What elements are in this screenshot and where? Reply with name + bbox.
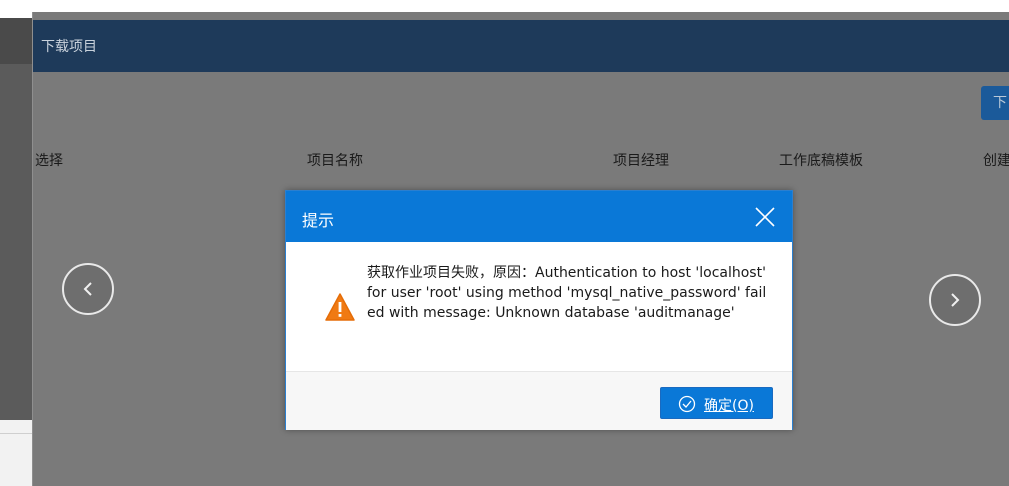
background-strip-bottom (0, 420, 32, 486)
download-button[interactable]: 下 (981, 86, 1009, 120)
column-header-workpaper-template: 工作底稿模板 (779, 153, 863, 169)
ok-button-label: 确定(O) (704, 398, 754, 414)
column-header-project-name: 项目名称 (307, 153, 363, 169)
column-header-created: 创建 (983, 153, 1009, 169)
background-strip-dark (0, 18, 32, 64)
close-icon[interactable] (752, 204, 778, 230)
ok-button[interactable]: 确定(O) (660, 387, 773, 419)
dialog-title: 提示 (302, 211, 335, 230)
background-strip-mid (0, 64, 32, 420)
background-strip-top (0, 0, 32, 8)
check-circle-icon (678, 395, 696, 413)
dialog-header: 提示 (286, 191, 792, 242)
column-header-select: 选择 (35, 153, 63, 169)
window-header (33, 20, 1009, 72)
chevron-right-icon (951, 293, 960, 307)
error-message: 获取作业项目失败，原因：Authentication to host 'loca… (367, 265, 767, 321)
background-divider (0, 433, 32, 434)
error-dialog: 提示 获取作业项目失败，原因：Authentication to host 'l… (285, 190, 793, 430)
next-button[interactable] (929, 274, 981, 326)
warning-icon (325, 293, 355, 321)
window-title: 下载项目 (41, 39, 97, 55)
previous-button[interactable] (62, 263, 114, 315)
screen: 下载项目 下 选择 项目名称 项目经理 工作底稿模板 创建 提示 获取作业项目失… (0, 0, 1009, 486)
chevron-left-icon (83, 282, 92, 296)
column-header-project-manager: 项目经理 (613, 153, 669, 169)
dialog-footer: 确定(O) (286, 371, 792, 430)
